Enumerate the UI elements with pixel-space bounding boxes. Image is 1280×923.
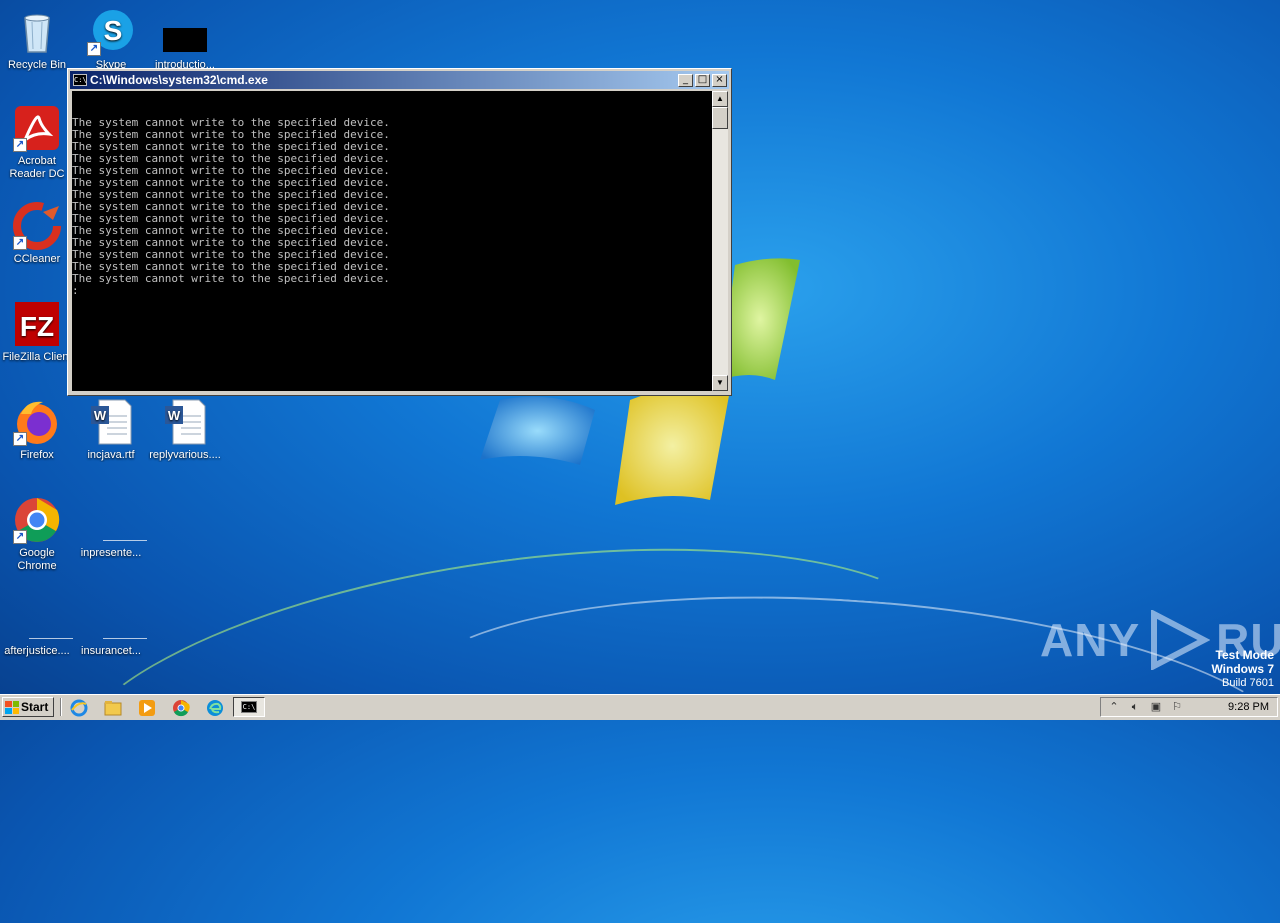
- desktop-icon-label: CCleaner: [13, 253, 61, 265]
- speaker-icon[interactable]: 🔈︎: [1127, 700, 1143, 714]
- console-output[interactable]: The system cannot write to the specified…: [72, 91, 712, 391]
- desktop-icon-introductio[interactable]: introductio...: [148, 8, 222, 72]
- desktop-icon-recycle-bin[interactable]: Recycle Bin: [0, 8, 74, 72]
- desktop-icon-incjava[interactable]: W incjava.rtf: [74, 398, 148, 462]
- ie-icon[interactable]: [70, 699, 88, 717]
- shortcut-arrow-icon: ↗: [13, 432, 27, 446]
- desktop-icon-label: Recycle Bin: [7, 59, 67, 71]
- edge-icon[interactable]: [206, 699, 224, 717]
- blank-file-icon: [13, 594, 73, 642]
- blank-file-icon: [87, 496, 147, 544]
- desktop-icon-afterjustice[interactable]: afterjustice....: [0, 594, 74, 658]
- taskbar-separator: [60, 698, 62, 716]
- desktop-icon-label: incjava.rtf: [87, 449, 135, 461]
- chevron-up-icon[interactable]: ⌃: [1106, 700, 1122, 714]
- shortcut-arrow-icon: ↗: [13, 530, 27, 544]
- desktop-icon-inpresente[interactable]: inpresente...: [74, 496, 148, 560]
- svg-text:FZ: FZ: [20, 311, 54, 342]
- desktop-icon-label: Firefox: [20, 449, 54, 461]
- desktop-icon-label: Google Chrome: [17, 547, 57, 572]
- scroll-thumb[interactable]: [712, 107, 728, 129]
- system-tray: ⌃ 🔈︎ ▣ ⚐ 9:28 PM: [1100, 697, 1278, 717]
- desktop-icon-ccleaner[interactable]: ↗ CCleaner: [0, 202, 74, 266]
- desktop-icon-insurancet[interactable]: insurancet...: [74, 594, 148, 658]
- svg-text:S: S: [104, 15, 123, 46]
- explorer-icon[interactable]: [104, 699, 122, 717]
- acrobat-icon: ↗: [13, 104, 61, 152]
- play-icon: [1151, 610, 1211, 670]
- chrome-icon[interactable]: [172, 699, 190, 717]
- recycle-bin-icon: [13, 8, 61, 56]
- word-doc-icon: W: [161, 398, 209, 446]
- test-mode-notice: Test Mode Windows 7 Build 7601: [1211, 648, 1274, 690]
- minimize-button[interactable]: _: [678, 73, 693, 87]
- network-icon[interactable]: ▣: [1148, 700, 1164, 714]
- cmd-icon: C:\: [241, 701, 257, 713]
- desktop-icon-label: Acrobat Reader DC: [9, 155, 65, 180]
- skype-icon: S ↗: [87, 8, 135, 56]
- cmd-window[interactable]: C:\ C:\Windows\system32\cmd.exe _ □ × Th…: [67, 68, 732, 396]
- chrome-icon: ↗: [13, 496, 61, 544]
- blank-file-icon: [87, 594, 147, 642]
- desktop-icon-acrobat[interactable]: ↗ Acrobat Reader DC: [0, 104, 74, 181]
- svg-text:W: W: [94, 408, 107, 423]
- cmd-window-title: C:\Windows\system32\cmd.exe: [90, 73, 268, 87]
- svg-text:W: W: [168, 408, 181, 423]
- desktop-icon-chrome[interactable]: ↗ Google Chrome: [0, 496, 74, 573]
- cmd-taskbar-button[interactable]: C:\: [233, 697, 265, 717]
- shortcut-arrow-icon: ↗: [13, 236, 27, 250]
- cmd-icon: C:\: [73, 74, 87, 86]
- close-button[interactable]: ×: [712, 73, 727, 87]
- desktop-icon-label: inpresente...: [80, 547, 142, 559]
- desktop-icon-skype[interactable]: S ↗ Skype: [74, 8, 148, 72]
- build-line: Build 7601: [1222, 677, 1274, 689]
- desktop-icon-firefox[interactable]: ↗ Firefox: [0, 398, 74, 462]
- anyrun-left-text: ANY: [1040, 614, 1141, 666]
- shortcut-arrow-icon: ↗: [13, 138, 27, 152]
- maximize-button[interactable]: □: [695, 73, 710, 87]
- flag-icon[interactable]: ⚐: [1169, 700, 1185, 714]
- scroll-up-button[interactable]: ▲: [712, 91, 728, 107]
- firefox-icon: ↗: [13, 398, 61, 446]
- word-doc-icon: W: [87, 398, 135, 446]
- desktop-icon-filezilla[interactable]: FZ FileZilla Client: [0, 300, 74, 364]
- document-icon: [161, 8, 209, 56]
- clock[interactable]: 9:28 PM: [1228, 701, 1269, 713]
- desktop-icon-label: afterjustice....: [4, 645, 70, 657]
- desktop-icon-label: insurancet...: [81, 645, 141, 657]
- start-button[interactable]: Start: [2, 697, 54, 717]
- ccleaner-icon: ↗: [13, 202, 61, 250]
- media-player-icon[interactable]: [138, 699, 156, 717]
- windows-flag-icon: [5, 700, 19, 714]
- taskbar: Start C:\ ⌃ 🔈︎ ▣ ⚐ 9:28 PM: [0, 694, 1280, 720]
- shortcut-arrow-icon: ↗: [87, 42, 101, 56]
- filezilla-icon: FZ: [13, 300, 61, 348]
- start-label: Start: [21, 700, 49, 714]
- vertical-scrollbar[interactable]: ▲ ▼: [712, 91, 728, 391]
- os-name-line: Windows 7: [1211, 662, 1274, 676]
- scroll-down-button[interactable]: ▼: [712, 375, 728, 391]
- desktop-icon-label: FileZilla Client: [2, 351, 72, 363]
- desktop-icon-replyvarious[interactable]: W replyvarious....: [148, 398, 222, 462]
- desktop-icon-label: replyvarious....: [149, 449, 221, 461]
- test-mode-line: Test Mode: [1215, 648, 1274, 662]
- cmd-titlebar[interactable]: C:\ C:\Windows\system32\cmd.exe _ □ ×: [70, 71, 729, 89]
